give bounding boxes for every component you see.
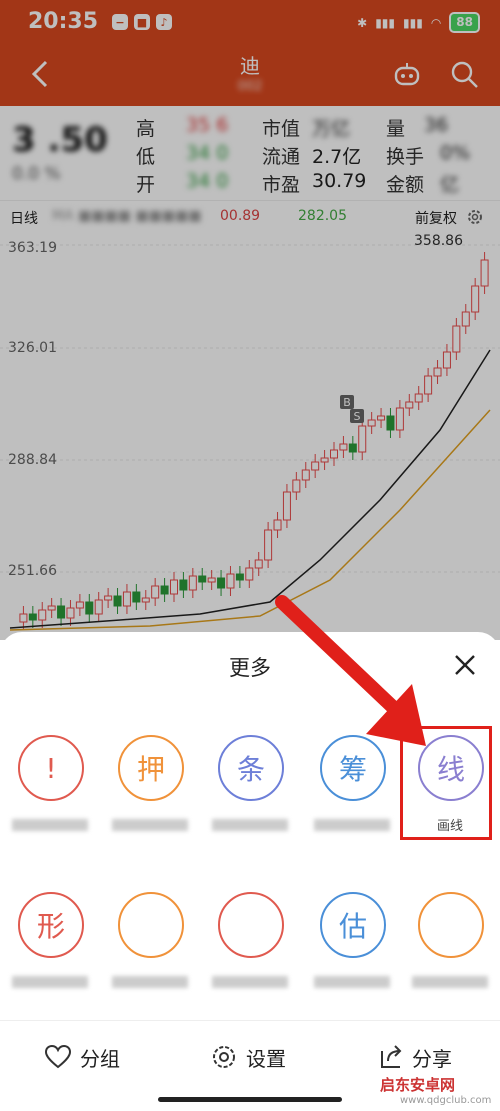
heart-icon [44, 1044, 72, 1069]
menu-item[interactable]: 估 [304, 892, 404, 1002]
menu-item-icon [418, 892, 484, 958]
settings-label: 设置 [246, 1046, 286, 1071]
menu-item-icon: ! [18, 735, 84, 801]
menu-item-icon: 形 [18, 892, 84, 958]
menu-item-label-blurred [412, 976, 488, 988]
menu-item-label-blurred [212, 819, 288, 831]
menu-item[interactable] [402, 892, 500, 1002]
home-indicator[interactable] [158, 1097, 342, 1102]
menu-item-icon: 估 [320, 892, 386, 958]
watermark-logo: 启东安卓网 [380, 1076, 456, 1094]
group-button[interactable]: 分组 [44, 1040, 120, 1074]
divider [0, 1020, 500, 1021]
menu-item-icon: 条 [218, 735, 284, 801]
menu-item-icon [118, 892, 184, 958]
menu-item[interactable]: 筹 [304, 735, 404, 845]
dim-overlay[interactable] [0, 0, 500, 640]
menu-item-icon: 押 [118, 735, 184, 801]
gear-icon [213, 1046, 235, 1068]
menu-item[interactable]: 押 [102, 735, 202, 845]
menu-item-label-blurred [12, 976, 88, 988]
menu-item[interactable]: 形 [2, 892, 102, 1002]
menu-item[interactable]: 条 [202, 735, 302, 845]
menu-item-icon [218, 892, 284, 958]
share-button[interactable]: 分享 [376, 1040, 452, 1074]
settings-button[interactable]: 设置 [210, 1040, 286, 1074]
menu-item-icon: 筹 [320, 735, 386, 801]
menu-item-label-blurred [112, 976, 188, 988]
highlight-box [400, 726, 492, 840]
watermark-url: www.qdgclub.com [400, 1095, 492, 1106]
menu-item[interactable] [202, 892, 302, 1002]
sheet-title: 更多 [229, 656, 271, 680]
menu-item[interactable]: ! [2, 735, 102, 845]
menu-item[interactable] [102, 892, 202, 1002]
menu-item-label-blurred [112, 819, 188, 831]
close-icon[interactable] [450, 650, 480, 680]
share-icon [381, 1045, 402, 1068]
share-label: 分享 [412, 1046, 452, 1071]
group-label: 分组 [80, 1046, 120, 1071]
menu-item-label-blurred [212, 976, 288, 988]
menu-item-label-blurred [314, 819, 390, 831]
menu-item-label-blurred [12, 819, 88, 831]
menu-item-label-blurred [314, 976, 390, 988]
